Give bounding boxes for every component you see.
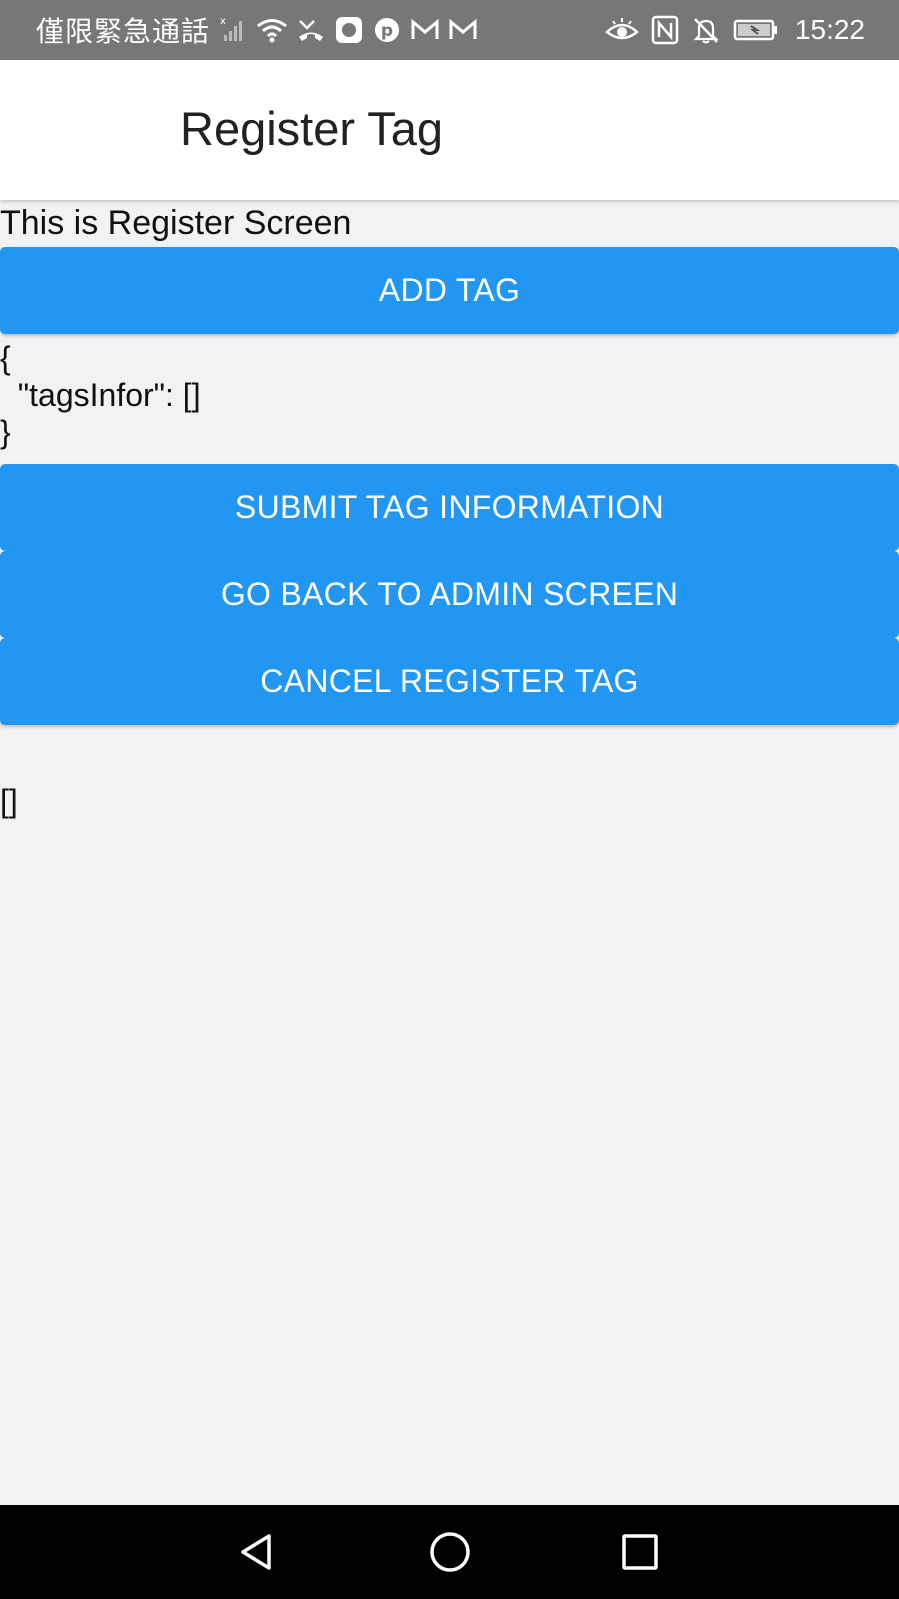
page-title: Register Tag: [180, 102, 443, 155]
status-right: 15:22: [605, 0, 865, 60]
app-notification-icon: [334, 15, 364, 45]
pinterest-icon: p: [372, 15, 402, 45]
battery-icon: [733, 15, 779, 45]
navigation-bar: [0, 1505, 899, 1599]
gmail-icon: [448, 15, 478, 45]
back-icon[interactable]: [212, 1505, 302, 1599]
missed-call-icon: [296, 15, 326, 45]
nfc-icon: [651, 15, 679, 45]
wifi-icon: [256, 15, 288, 45]
gmail-icon: [410, 15, 440, 45]
clock: 15:22: [794, 14, 865, 45]
signal-icon: x: [218, 15, 248, 45]
status-left: 僅限緊急通話 x p: [36, 0, 478, 60]
screen-description: This is Register Screen: [0, 204, 352, 242]
recents-icon[interactable]: [595, 1505, 685, 1599]
status-bar: 僅限緊急通話 x p 15:22: [0, 0, 899, 60]
submit-tag-information-button[interactable]: SUBMIT TAG INFORMATION: [0, 464, 899, 551]
tags-json-output: { "tagsInfor": [] }: [0, 340, 201, 450]
add-tag-button[interactable]: ADD TAG: [0, 247, 899, 334]
eye-icon: [605, 15, 639, 45]
svg-text:x: x: [220, 16, 226, 27]
carrier-text: 僅限緊急通話: [36, 15, 211, 48]
cancel-register-tag-button[interactable]: CANCEL REGISTER TAG: [0, 638, 899, 725]
go-back-to-admin-button[interactable]: GO BACK TO ADMIN SCREEN: [0, 551, 899, 638]
bell-off-icon: [691, 15, 721, 45]
svg-text:p: p: [381, 21, 393, 41]
app-bar: Register Tag: [0, 60, 899, 200]
tags-array-output: []: [0, 783, 18, 819]
home-icon[interactable]: [405, 1505, 495, 1599]
